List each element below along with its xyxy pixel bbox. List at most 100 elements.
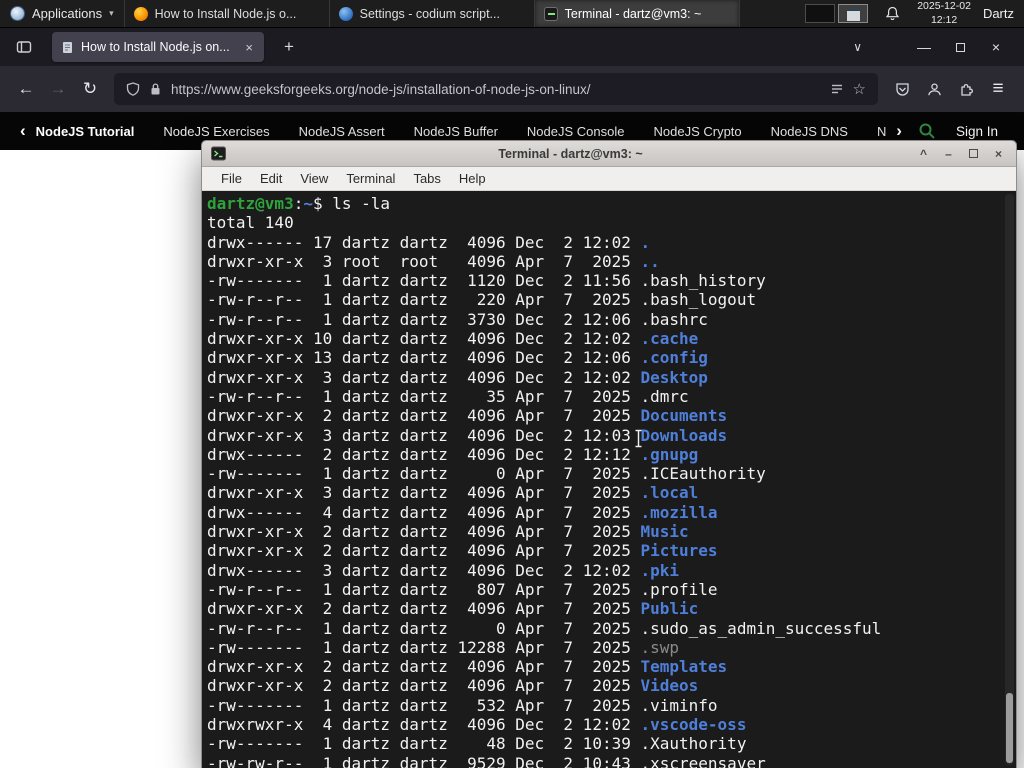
ribbon-items: NodeJS Tutorial NodeJS Exercises NodeJS As…	[36, 124, 887, 139]
sign-in-button[interactable]: Sign In	[946, 124, 1010, 139]
window-maximize-button[interactable]	[942, 39, 978, 55]
terminal-titlebar[interactable]: Terminal - dartz@vm3: ~ ^ – ×	[202, 141, 1016, 167]
workspace-1[interactable]	[805, 4, 836, 23]
prompt-separator: :	[293, 194, 304, 213]
ribbon-item-nodejs-buffer[interactable]: NodeJS Buffer	[414, 124, 498, 139]
entry-name: .config	[640, 348, 708, 368]
terminal-scrollbar[interactable]	[1005, 194, 1014, 765]
prompt-user-host: dartz@vm3	[207, 194, 294, 213]
entry-name: .	[640, 232, 651, 252]
workspace-2[interactable]	[838, 4, 869, 23]
terminal-minimize-button[interactable]: –	[940, 147, 957, 161]
terminal-output-line: -rw-r--r-- 1 dartz dartz 807 Apr 7 2025 …	[207, 580, 1000, 599]
terminal-output-line: -rw-r--r-- 1 dartz dartz 220 Apr 7 2025 …	[207, 290, 1000, 309]
terminal-output-line: drwxrwxr-x 4 dartz dartz 4096 Dec 2 12:0…	[207, 715, 1000, 734]
entry-meta: -rw-rw-r-- 1 dartz dartz 9529 Dec 2 10:4…	[207, 753, 641, 768]
prompt-path: ~	[303, 194, 313, 213]
terminal-output[interactable]: dartz@vm3:~$ ls -la total 140 drwx------ 1…	[202, 191, 1016, 768]
entry-meta: drwxr-xr-x 2 dartz dartz 4096 Apr 7 2025	[207, 522, 641, 542]
lock-icon[interactable]	[149, 82, 162, 96]
menu-item-help[interactable]: Help	[450, 171, 495, 186]
entry-name: Music	[640, 522, 689, 542]
forward-button[interactable]: →	[42, 73, 74, 105]
ribbon-item-nodejs-console[interactable]: NodeJS Console	[527, 124, 625, 139]
bookmark-star-icon[interactable]: ☆	[853, 80, 866, 98]
panel-task-terminal-dartz-vm3[interactable]: Terminal - dartz@vm3: ~	[534, 0, 740, 27]
prompt-symbol: $	[312, 194, 323, 213]
entry-meta: -rw-r--r-- 1 dartz dartz 807 Apr 7 2025	[207, 579, 641, 599]
extensions-button[interactable]	[950, 73, 982, 105]
entry-name: Downloads	[640, 425, 728, 445]
terminal-app-icon[interactable]	[211, 146, 226, 161]
ribbon-item-nodejs-assert[interactable]: NodeJS Assert	[299, 124, 385, 139]
person-icon	[927, 82, 941, 95]
task-label: Settings - codium script...	[359, 6, 500, 21]
panel-task-settings-codium-script[interactable]: Settings - codium script...	[330, 0, 535, 27]
terminal-shade-button[interactable]: ^	[915, 147, 932, 161]
terminal-maximize-icon	[969, 148, 978, 158]
terminal-output-line: drwxr-xr-x 13 dartz dartz 4096 Dec 2 12:…	[207, 348, 1000, 367]
entry-meta: drwxrwxr-x 4 dartz dartz 4096 Dec 2 12:0…	[207, 715, 641, 735]
entry-name: .mozilla	[640, 502, 718, 522]
menu-item-tabs[interactable]: Tabs	[404, 171, 449, 186]
terminal-output-line: drwxr-xr-x 2 dartz dartz 4096 Apr 7 2025…	[207, 676, 1000, 695]
applications-menu-button[interactable]: Applications ▾	[0, 0, 125, 27]
notifications-button[interactable]	[876, 0, 909, 27]
entry-meta: -rw-r--r-- 1 dartz dartz 0 Apr 7 2025	[207, 618, 641, 638]
new-tab-button[interactable]: +	[276, 37, 302, 57]
ribbon-item-nodejs[interactable]: NodeJS	[877, 124, 886, 139]
account-button[interactable]	[918, 73, 950, 105]
firefox-view-button[interactable]	[10, 33, 38, 61]
window-minimize-button[interactable]: —	[906, 39, 942, 55]
browser-tab[interactable]: How to Install Node.js on... ×	[52, 32, 264, 62]
url-text: https://www.geeksforgeeks.org/node-js/in…	[171, 81, 591, 97]
task-label: How to Install Node.js o...	[154, 6, 297, 21]
menu-button[interactable]: ≡	[982, 73, 1014, 105]
ribbon-scroll-left-button[interactable]: ‹	[14, 121, 32, 141]
tracking-shield-icon[interactable]	[126, 81, 140, 97]
search-button[interactable]	[908, 122, 946, 140]
entry-name: Pictures	[640, 541, 718, 561]
terminal-close-button[interactable]: ×	[990, 147, 1007, 161]
terminal-output-line: -rw-r--r-- 1 dartz dartz 0 Apr 7 2025 .s…	[207, 619, 1000, 638]
back-button[interactable]: ←	[10, 73, 42, 105]
entry-meta: drwxr-xr-x 3 dartz dartz 4096 Dec 2 12:0…	[207, 425, 641, 445]
window-close-button[interactable]: ×	[978, 39, 1014, 55]
terminal-output-line: drwxr-xr-x 10 dartz dartz 4096 Dec 2 12:…	[207, 329, 1000, 348]
ribbon-item-nodejs-crypto[interactable]: NodeJS Crypto	[653, 124, 741, 139]
distro-logo-icon	[10, 6, 25, 21]
entry-name: .cache	[640, 329, 699, 349]
workspace-pager[interactable]	[797, 0, 876, 27]
entry-meta: drwxr-xr-x 2 dartz dartz 4096 Apr 7 2025	[207, 676, 641, 696]
clock[interactable]: 2025-12-02 12:12	[909, 0, 979, 27]
entry-meta: -rw------- 1 dartz dartz 0 Apr 7 2025	[207, 464, 641, 484]
menu-item-edit[interactable]: Edit	[251, 171, 291, 186]
url-bar[interactable]: https://www.geeksforgeeks.org/node-js/in…	[114, 73, 878, 105]
menu-item-terminal[interactable]: Terminal	[337, 171, 404, 186]
entry-meta: drwx------ 4 dartz dartz 4096 Apr 7 2025	[207, 502, 641, 522]
terminal-maximize-button[interactable]	[965, 147, 982, 161]
tab-close-button[interactable]: ×	[243, 40, 255, 55]
pocket-button[interactable]	[886, 73, 918, 105]
entry-name: Templates	[640, 657, 728, 677]
terminal-scrollbar-thumb[interactable]	[1006, 693, 1013, 763]
entry-name: .pki	[640, 560, 680, 580]
reader-mode-icon[interactable]	[830, 82, 844, 96]
ribbon-item-nodejs-exercises[interactable]: NodeJS Exercises	[163, 124, 269, 139]
ribbon-item-nodejs-dns[interactable]: NodeJS DNS	[771, 124, 848, 139]
menu-item-view[interactable]: View	[291, 171, 337, 186]
list-all-tabs-button[interactable]: ∨	[839, 40, 876, 54]
puzzle-icon	[960, 83, 973, 96]
top-panel: Applications ▾ How to Install Node.js o.…	[0, 0, 1024, 28]
reload-button[interactable]: ↻	[74, 73, 106, 105]
terminal-output-line: -rw------- 1 dartz dartz 12288 Apr 7 202…	[207, 638, 1000, 657]
panel-task-how-to-install-node-js-o[interactable]: How to Install Node.js o...	[125, 0, 330, 27]
menu-item-file[interactable]: File	[212, 171, 251, 186]
entry-meta: drwx------ 3 dartz dartz 4096 Dec 2 12:0…	[207, 560, 641, 580]
terminal-icon	[543, 6, 558, 21]
entry-name: Public	[640, 599, 699, 619]
terminal-lines: dartz@vm3:~$ ls -la total 140 drwx------ 1…	[207, 194, 1000, 768]
ribbon-item-nodejs-tutorial[interactable]: NodeJS Tutorial	[36, 124, 135, 139]
window-task-list: How to Install Node.js o... Settings - co…	[125, 0, 740, 27]
ribbon-scroll-right-button[interactable]: ›	[890, 121, 908, 141]
